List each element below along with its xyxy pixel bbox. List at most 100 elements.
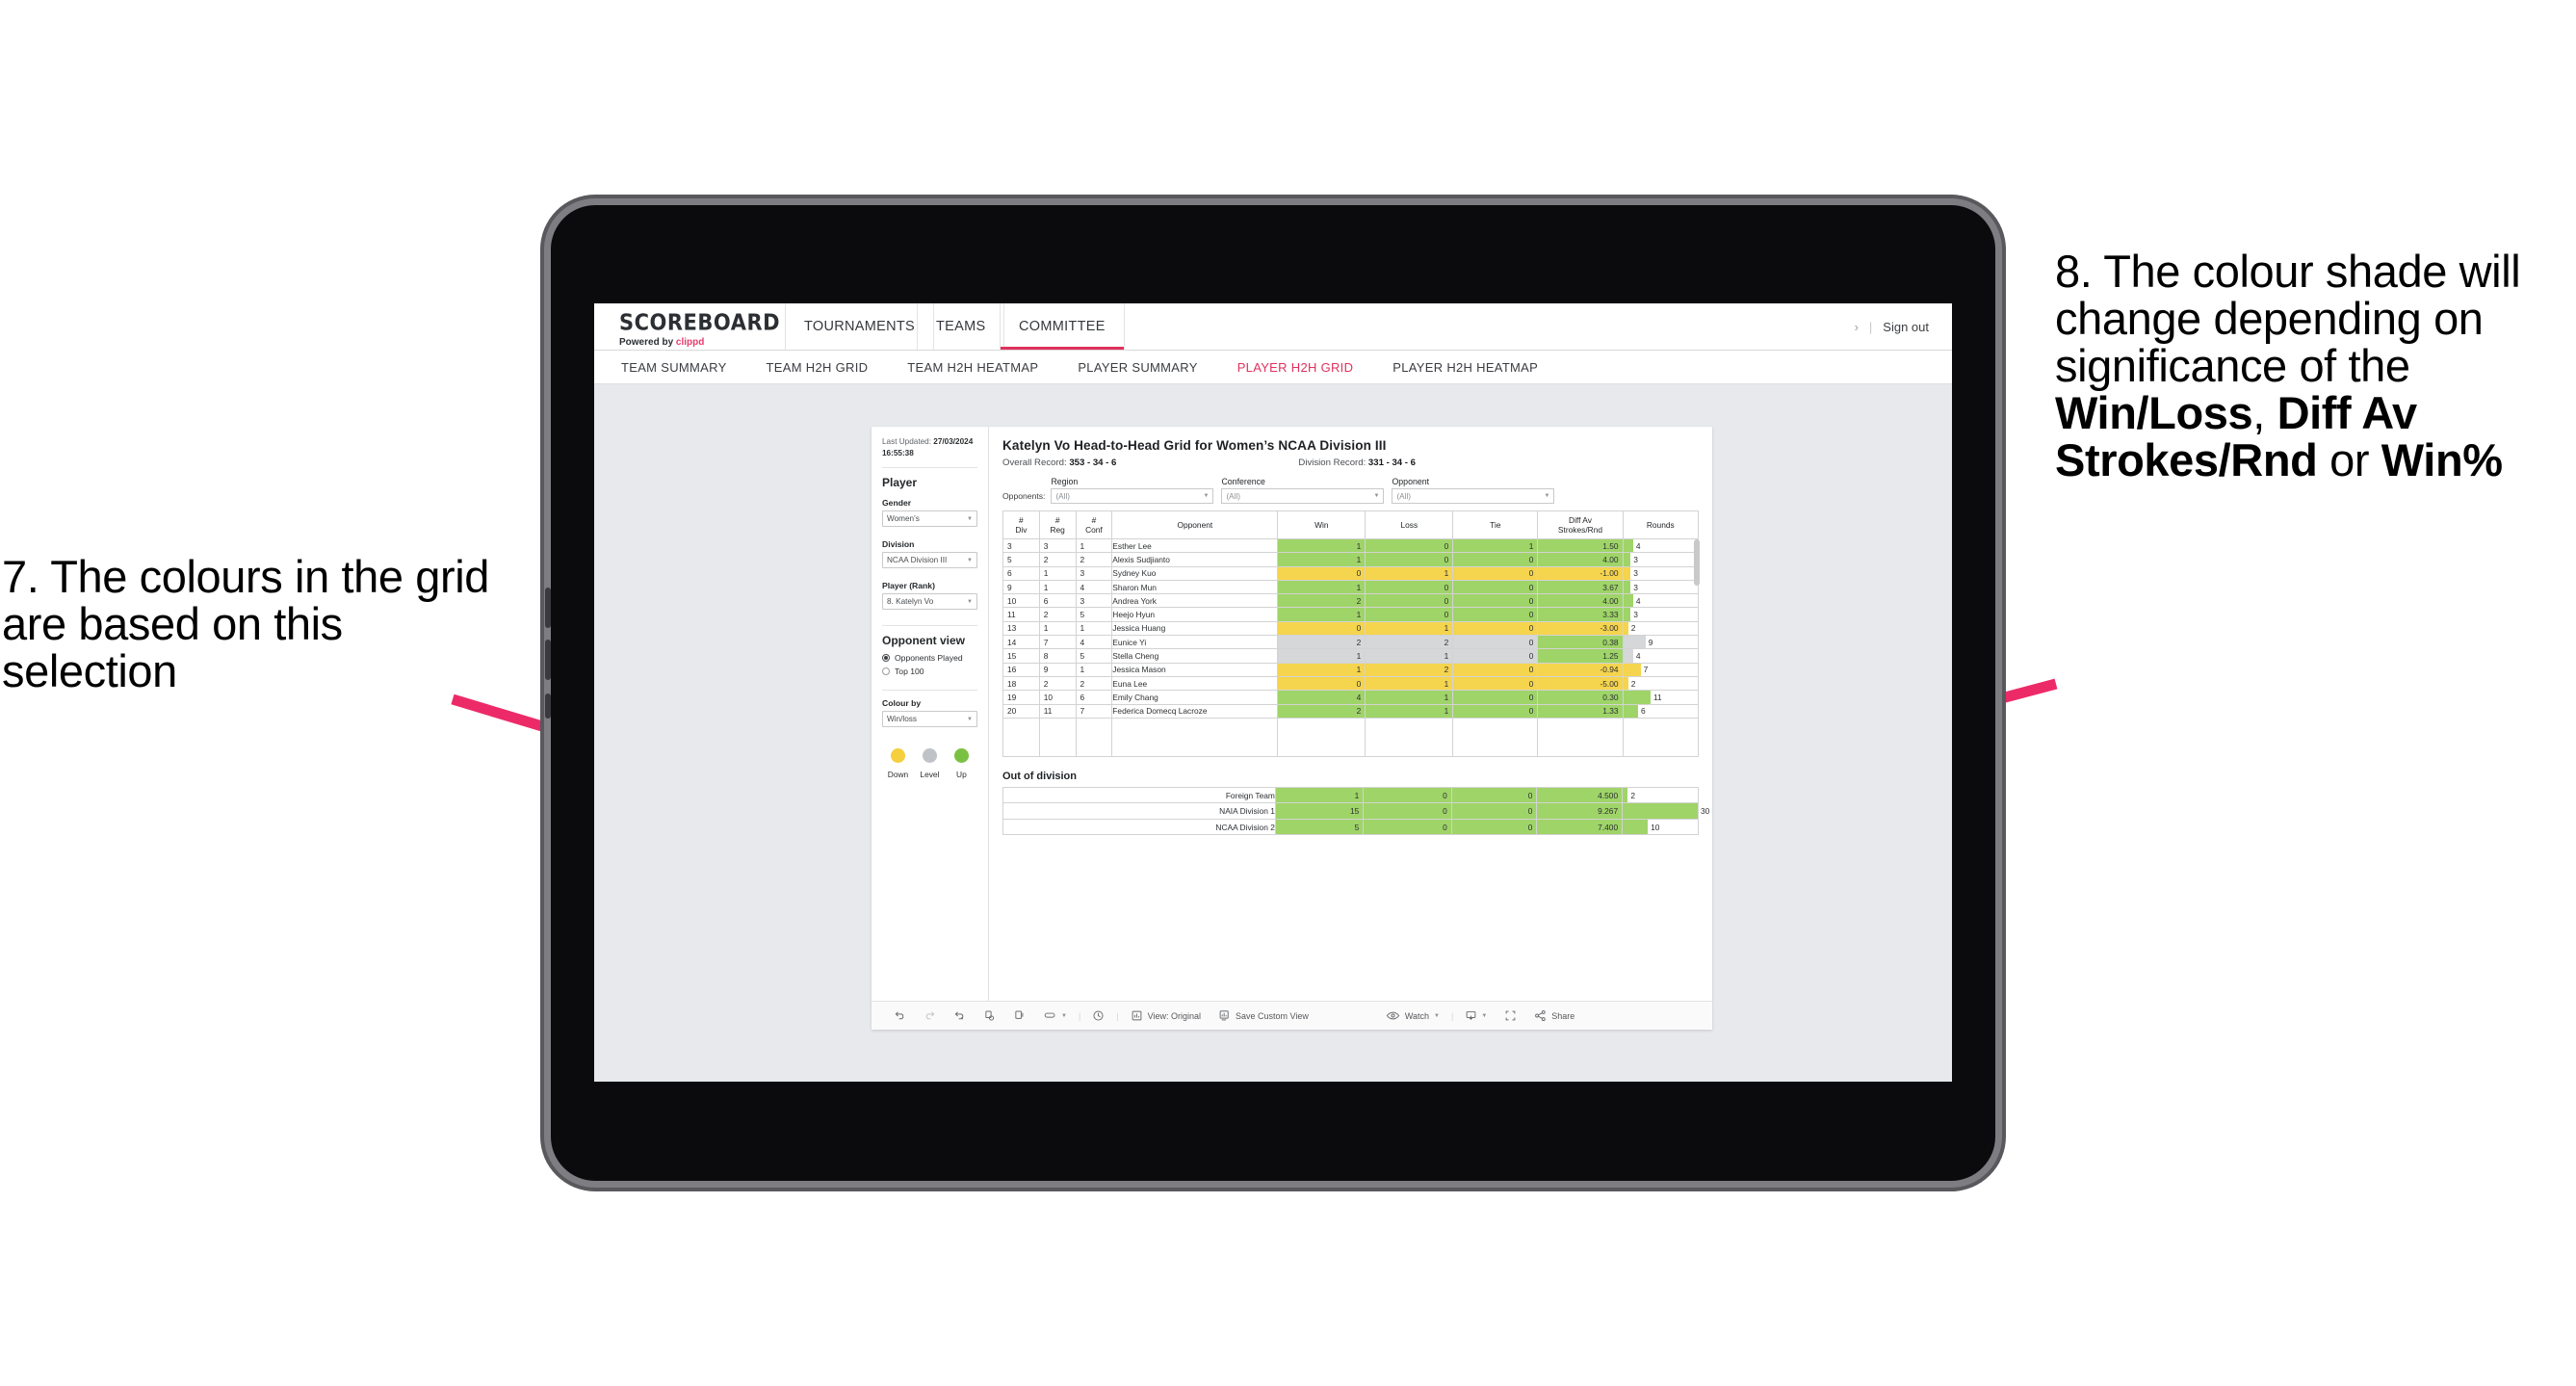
logo-brand: clippd (675, 337, 705, 348)
opponent-select[interactable]: (All) ▼ (1392, 488, 1555, 504)
cell-opponent: Euna Lee (1111, 675, 1279, 692)
top-nav-committee[interactable]: COMMITTEE (1000, 303, 1125, 350)
opponent-caption: Opponent (1392, 477, 1430, 486)
division-select[interactable]: NCAA Division III ▼ (882, 552, 977, 569)
cell-div: 18 (1002, 675, 1040, 692)
out-of-division-row[interactable]: Foreign Team 1 0 0 4.500 2 (1002, 786, 1699, 804)
colour-by-select[interactable]: Win/loss ▼ (882, 711, 977, 728)
share-label: Share (1551, 1010, 1575, 1021)
table-row[interactable]: 20 11 7 Federica Domecq Lacroze 2 1 0 1.… (1002, 703, 1700, 719)
cell-tie: 0 (1452, 675, 1539, 692)
divider-2 (882, 625, 977, 627)
cell-reg: 8 (1038, 648, 1077, 664)
top-nav-tournaments[interactable]: TOURNAMENTS (785, 303, 935, 350)
cell-loss: 2 (1365, 635, 1454, 650)
history-button[interactable] (1083, 1009, 1113, 1022)
empty-cell (1365, 718, 1454, 757)
cell-rounds: 3 (1622, 565, 1700, 581)
cell-ood-loss: 0 (1363, 786, 1452, 804)
highlight-button[interactable]: ▼ (1034, 1009, 1076, 1022)
subnav-team-summary[interactable]: TEAM SUMMARY (619, 360, 729, 375)
cell-conf: 2 (1075, 675, 1113, 692)
cell-diff: 1.25 (1537, 648, 1624, 664)
radio-selected-icon (882, 654, 890, 663)
cell-conf: 4 (1075, 635, 1113, 650)
top-nav-teams[interactable]: TEAMS (917, 303, 1005, 350)
cell-diff: 1.50 (1537, 537, 1624, 554)
cell-ood-win: 1 (1274, 786, 1365, 804)
cell-rounds: 4 (1622, 593, 1700, 609)
table-row[interactable]: 15 8 5 Stella Cheng 1 1 0 1.25 4 (1002, 648, 1700, 664)
cell-tie: 0 (1452, 620, 1539, 637)
subnav-player-h2h-heatmap[interactable]: PLAYER H2H HEATMAP (1391, 360, 1540, 375)
opponents-label: Opponents: (1002, 491, 1046, 501)
empty-cell (1622, 718, 1700, 757)
region-caption: Region (1051, 477, 1079, 486)
cell-opponent: Esther Lee (1111, 537, 1279, 554)
table-row[interactable]: 14 7 4 Eunice Yi 2 2 0 0.38 9 (1002, 635, 1700, 650)
cell-rounds: 7 (1622, 662, 1700, 677)
subnav-player-summary[interactable]: PLAYER SUMMARY (1076, 360, 1199, 375)
table-row[interactable]: 6 1 3 Sydney Kuo 0 1 0 -1.00 3 (1002, 565, 1700, 581)
cell-tie: 0 (1452, 607, 1539, 622)
subnav-team-h2h-heatmap[interactable]: TEAM H2H HEATMAP (905, 360, 1040, 375)
cell-opponent: Federica Domecq Lacroze (1111, 703, 1279, 719)
out-of-division-table: Foreign Team 1 0 0 4.500 2 NAIA Division… (1002, 786, 1709, 836)
annotation-right-bold1: Win/Loss (2055, 386, 2253, 438)
subnav-team-h2h-grid[interactable]: TEAM H2H GRID (765, 360, 871, 375)
th-div-l2: Div (1015, 525, 1028, 535)
gender-select[interactable]: Women’s ▼ (882, 510, 977, 528)
conference-select[interactable]: (All) ▼ (1221, 488, 1385, 504)
legend-up-label: Up (956, 770, 967, 780)
legend-down-label: Down (887, 770, 909, 780)
cell-win: 1 (1277, 648, 1366, 664)
annotation-left: 7. The colours in the grid are based on … (2, 551, 490, 696)
out-of-division-row[interactable]: NAIA Division 1 15 0 0 9.267 30 (1002, 802, 1709, 820)
table-row[interactable]: 16 9 1 Jessica Mason 1 2 0 -0.94 7 (1002, 662, 1700, 677)
refresh-button[interactable] (975, 1009, 1004, 1022)
th-tie: Tie (1452, 510, 1539, 539)
colour-by-label: Colour by (882, 698, 922, 709)
table-row[interactable]: 3 3 1 Esther Lee 1 0 1 1.50 4 (1002, 537, 1700, 554)
view-original-label: View: Original (1147, 1010, 1201, 1021)
cell-win: 1 (1277, 579, 1366, 595)
record-row: Overall Record: 353 - 34 - 6 Division Re… (1002, 458, 1699, 468)
out-of-division-row[interactable]: NCAA Division 2 5 0 0 7.400 10 (1002, 818, 1699, 836)
download-button[interactable]: ▼ (1456, 1009, 1496, 1022)
cell-loss: 0 (1365, 593, 1454, 609)
th-div: # Div (1002, 510, 1040, 539)
table-row[interactable]: 10 6 3 Andrea York 2 0 0 4.00 4 (1002, 593, 1700, 609)
save-custom-view-button[interactable]: Save Custom View (1210, 1009, 1317, 1022)
region-select[interactable]: (All) ▼ (1051, 488, 1214, 504)
redo-button[interactable] (915, 1009, 945, 1022)
fullscreen-button[interactable] (1496, 1009, 1525, 1022)
legend-down: Down (882, 748, 914, 779)
h2h-grid-table: # Div # Reg # Conf Opponent Win Loss Tie Di… (1002, 510, 1700, 757)
table-row[interactable]: 13 1 1 Jessica Huang 0 1 0 -3.00 2 (1002, 620, 1700, 637)
table-row[interactable]: 19 10 6 Emily Chang 4 1 0 0.30 11 (1002, 690, 1700, 705)
revert-button[interactable] (945, 1009, 975, 1022)
cell-loss: 0 (1365, 552, 1454, 567)
radio-top-100[interactable]: Top 100 (882, 667, 977, 676)
sign-out-link[interactable]: Sign out (1883, 320, 1929, 334)
table-row[interactable]: 11 2 5 Heejo Hyun 1 0 0 3.33 3 (1002, 607, 1700, 622)
cell-reg: 2 (1038, 675, 1077, 692)
table-row[interactable]: 5 2 2 Alexis Sudjianto 1 0 0 4.00 3 (1002, 552, 1700, 567)
table-row[interactable]: 18 2 2 Euna Lee 0 1 0 -5.00 2 (1002, 675, 1700, 692)
radio-opponents-played[interactable]: Opponents Played (882, 653, 977, 663)
table-row[interactable]: 9 1 4 Sharon Mun 1 0 0 3.67 3 (1002, 579, 1700, 595)
legend-level-label: Level (920, 770, 940, 780)
watch-button[interactable]: Watch ▼ (1377, 1009, 1448, 1022)
sign-out-group[interactable]: › | Sign out (1855, 303, 1929, 350)
subnav-player-h2h-grid[interactable]: PLAYER H2H GRID (1236, 360, 1356, 375)
undo-button[interactable] (885, 1009, 915, 1022)
scoreboard-logo[interactable]: SCOREBOARD Powered by clippd (619, 309, 780, 348)
player-rank-value: 8. Katelyn Vo (887, 597, 934, 607)
player-heading: Player (882, 476, 918, 490)
player-rank-select[interactable]: 8. Katelyn Vo ▼ (882, 593, 977, 611)
share-button[interactable]: Share (1525, 1009, 1583, 1022)
pause-updates-button[interactable] (1004, 1009, 1034, 1022)
view-original-button[interactable]: View: Original (1122, 1009, 1210, 1022)
cell-opponent: Emily Chang (1111, 690, 1279, 705)
toolbar-divider-2: | (1116, 1010, 1119, 1021)
